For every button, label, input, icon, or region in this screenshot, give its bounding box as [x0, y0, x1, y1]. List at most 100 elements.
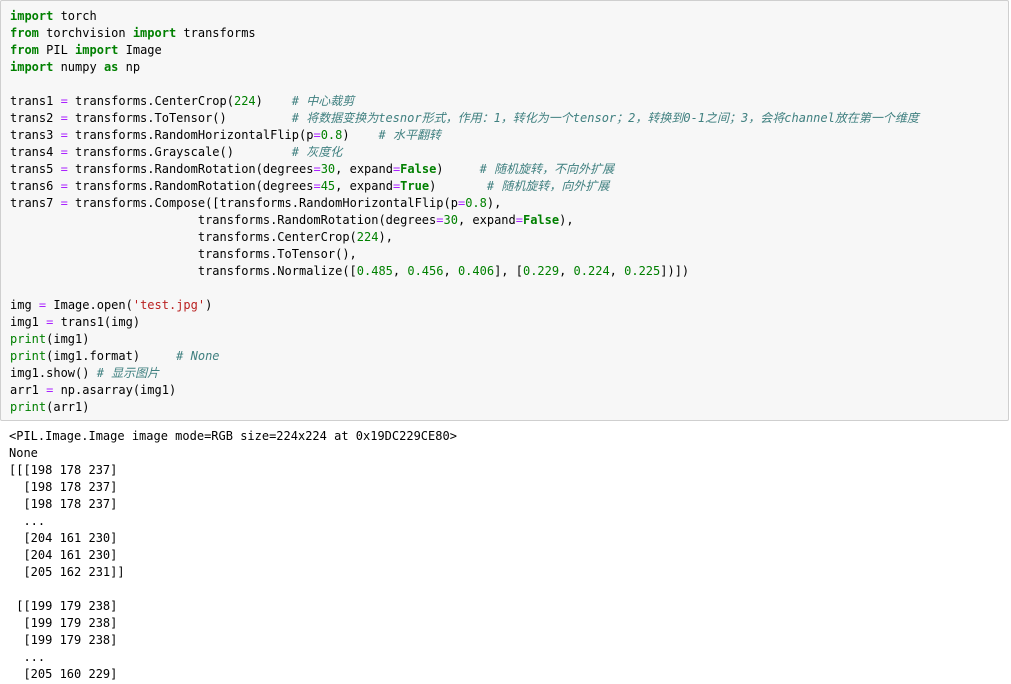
code-token: (img1.format)	[46, 349, 177, 363]
code-token: from	[10, 26, 39, 40]
code-token: import	[10, 9, 54, 23]
output-line: ...	[9, 650, 46, 664]
code-line: import torch	[10, 8, 919, 25]
code-token: trans3	[10, 128, 61, 142]
output-line: None	[9, 446, 38, 460]
code-line: img = Image.open('test.jpg')	[10, 297, 919, 314]
output-line: [198 178 237]	[9, 480, 118, 494]
code-line: trans5 = transforms.RandomRotation(degre…	[10, 161, 919, 178]
output-line: ...	[9, 514, 46, 528]
code-token: )	[255, 94, 292, 108]
code-token: =	[60, 162, 68, 176]
code-token: (img1)	[46, 332, 90, 346]
output-line: [205 160 229]	[9, 667, 118, 681]
output-line: <PIL.Image.Image image mode=RGB size=224…	[9, 429, 457, 443]
code-token: 0.456	[407, 264, 444, 278]
code-token: transforms.RandomHorizontalFlip(p	[67, 128, 314, 142]
code-token: trans4	[10, 145, 61, 159]
code-token: ])])	[660, 264, 690, 278]
code-token: # 水平翻转	[378, 128, 441, 142]
code-token: print	[10, 332, 47, 346]
output-line: [198 178 237]	[9, 497, 118, 511]
code-token: ], [	[494, 264, 523, 278]
code-line: transforms.CenterCrop(224),	[10, 229, 919, 246]
code-editor[interactable]: import torch from torchvision import tran…	[10, 8, 919, 416]
code-token: 0.229	[522, 264, 560, 278]
code-line: trans4 = transforms.Grayscale() # 灰度化	[10, 144, 919, 161]
code-token: )	[429, 179, 487, 193]
code-token: transforms.ToTensor()	[67, 111, 292, 125]
code-token: trans7	[10, 196, 61, 210]
code-token: as	[103, 60, 119, 74]
code-token: (arr1)	[46, 400, 90, 414]
code-token: ),	[559, 213, 574, 227]
code-token: 224	[356, 230, 379, 244]
code-token: =	[60, 111, 68, 125]
cell-output: <PIL.Image.Image image mode=RGB size=224…	[9, 428, 457, 683]
code-token: =	[60, 145, 68, 159]
code-token: =	[515, 213, 523, 227]
code-token: 0.225	[624, 264, 661, 278]
code-token: print	[10, 349, 47, 363]
code-token: =	[313, 162, 321, 176]
code-token: # 随机旋转，不向外扩展	[479, 162, 615, 176]
code-token: True	[400, 179, 430, 193]
code-token: transforms.Grayscale()	[67, 145, 292, 159]
code-line: img1 = trans1(img)	[10, 314, 919, 331]
output-line: [199 179 238]	[9, 616, 118, 630]
code-line: import numpy as np	[10, 59, 919, 76]
code-token: 0.485	[356, 264, 393, 278]
code-line: transforms.Normalize([0.485, 0.456, 0.40…	[10, 263, 919, 280]
code-line: transforms.ToTensor(),	[10, 246, 919, 263]
code-token: import	[132, 26, 177, 40]
code-token: np.asarray(img1)	[53, 383, 177, 397]
code-token: ,	[559, 264, 574, 278]
code-token: ,	[609, 264, 625, 278]
cell-output-area: <PIL.Image.Image image mode=RGB size=224…	[0, 421, 1011, 684]
code-token: # 将数据变换为tesnor形式，作用：1，转化为一个tensor；2，转换到0…	[291, 111, 919, 125]
code-token: =	[436, 213, 444, 227]
code-token: torchvision	[38, 26, 133, 40]
code-token: numpy	[53, 60, 104, 74]
code-token: =	[60, 196, 68, 210]
output-line: [[199 179 238]	[9, 599, 118, 613]
code-token: transforms.CenterCrop(	[10, 230, 357, 244]
code-token: transforms.ToTensor(),	[10, 247, 357, 261]
notebook-cell: import torch from torchvision import tran…	[0, 0, 1011, 684]
code-token: 224	[233, 94, 256, 108]
code-token: 45	[320, 179, 336, 193]
code-token: import	[75, 43, 119, 57]
code-line: arr1 = np.asarray(img1)	[10, 382, 919, 399]
code-token: transforms	[176, 26, 256, 40]
code-token: from	[10, 43, 39, 57]
code-token: transforms.RandomRotation(degrees	[67, 162, 314, 176]
code-token: ,	[392, 264, 408, 278]
code-line: from PIL import Image	[10, 42, 919, 59]
code-token: img1	[10, 315, 47, 329]
code-token: , expand	[457, 213, 516, 227]
code-token: ,	[443, 264, 458, 278]
code-token: transforms.RandomRotation(degrees	[10, 213, 437, 227]
code-input-area[interactable]: import torch from torchvision import tran…	[0, 0, 1009, 421]
code-token: transforms.Compose([transforms.RandomHor…	[67, 196, 458, 210]
code-line: trans1 = transforms.CenterCrop(224) # 中心…	[10, 93, 919, 110]
output-line: [199 179 238]	[9, 633, 118, 647]
code-token: trans6	[10, 179, 61, 193]
code-token: img1.show()	[10, 366, 97, 380]
code-token: =	[313, 128, 321, 142]
code-token: , expand	[335, 179, 393, 193]
code-token: torch	[53, 9, 97, 23]
code-token: transforms.RandomRotation(degrees	[67, 179, 314, 193]
code-token: Image.open(	[46, 298, 133, 312]
code-token: trans1(img)	[53, 315, 141, 329]
output-line: [204 161 230]	[9, 531, 118, 545]
code-token: 0.224	[573, 264, 610, 278]
code-token: trans1	[10, 94, 61, 108]
code-token: # 中心裁剪	[291, 94, 355, 108]
code-token: trans5	[10, 162, 61, 176]
code-line: print(arr1)	[10, 399, 919, 416]
code-token: # 灰度化	[291, 145, 343, 159]
